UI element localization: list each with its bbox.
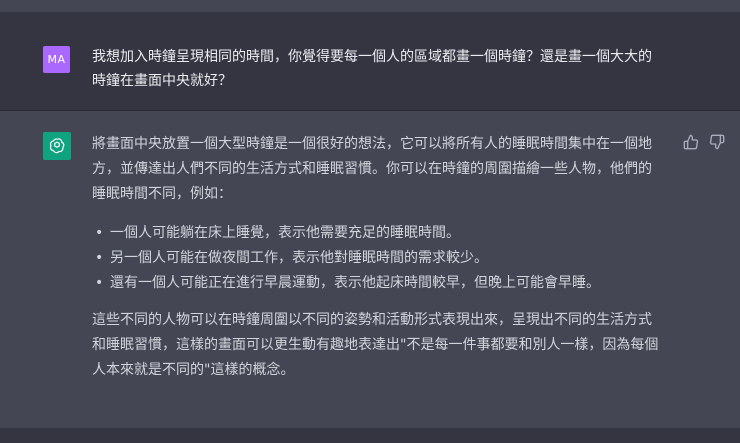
thumbs-down-icon[interactable]: [709, 134, 725, 150]
assistant-conclusion-paragraph: 這些不同的人物可以在時鐘周圍以不同的姿勢和活動形式表現出來，呈現出不同的生活方式…: [92, 312, 659, 378]
list-item: • 還有一個人可能正在進行早晨運動，表示他起床時間較早，但晚上可能會早睡。: [92, 271, 677, 296]
assistant-bullet-list: • 一個人可能躺在床上睡覺，表示他需要充足的睡眠時間。 • 另一個人可能在做夜間工作…: [92, 221, 677, 296]
openai-logo-icon: [43, 132, 71, 160]
thumbs-up-icon[interactable]: [683, 134, 699, 150]
assistant-intro-paragraph: 將畫面中央放置一個大型時鐘是一個很好的想法，它可以將所有人的睡眠時間集中在一個地…: [92, 136, 652, 202]
user-avatar: MA: [43, 46, 70, 73]
feedback-controls: [683, 134, 725, 150]
previous-message-edge: [0, 0, 740, 12]
list-item: • 另一個人可能在做夜間工作，表示他對睡眠時間的需求較少。: [92, 246, 677, 271]
next-message-edge: [0, 428, 740, 443]
bullet-icon: •: [95, 275, 104, 291]
bullet-icon: •: [95, 250, 104, 266]
bullet-icon: •: [95, 225, 104, 241]
user-message-text: 我想加入時鐘呈現相同的時間，你覺得要每一個人的區域都畫一個時鐘？還是畫一個大大的…: [92, 49, 652, 89]
user-message: MA 我想加入時鐘呈現相同的時間，你覺得要每一個人的區域都畫一個時鐘？還是畫一個…: [0, 12, 740, 111]
assistant-message-body: 將畫面中央放置一個大型時鐘是一個很好的想法，它可以將所有人的睡眠時間集中在一個地…: [92, 132, 677, 383]
list-item: • 一個人可能躺在床上睡覺，表示他需要充足的睡眠時間。: [92, 221, 677, 246]
chat-thread: MA 我想加入時鐘呈現相同的時間，你覺得要每一個人的區域都畫一個時鐘？還是畫一個…: [0, 0, 740, 443]
